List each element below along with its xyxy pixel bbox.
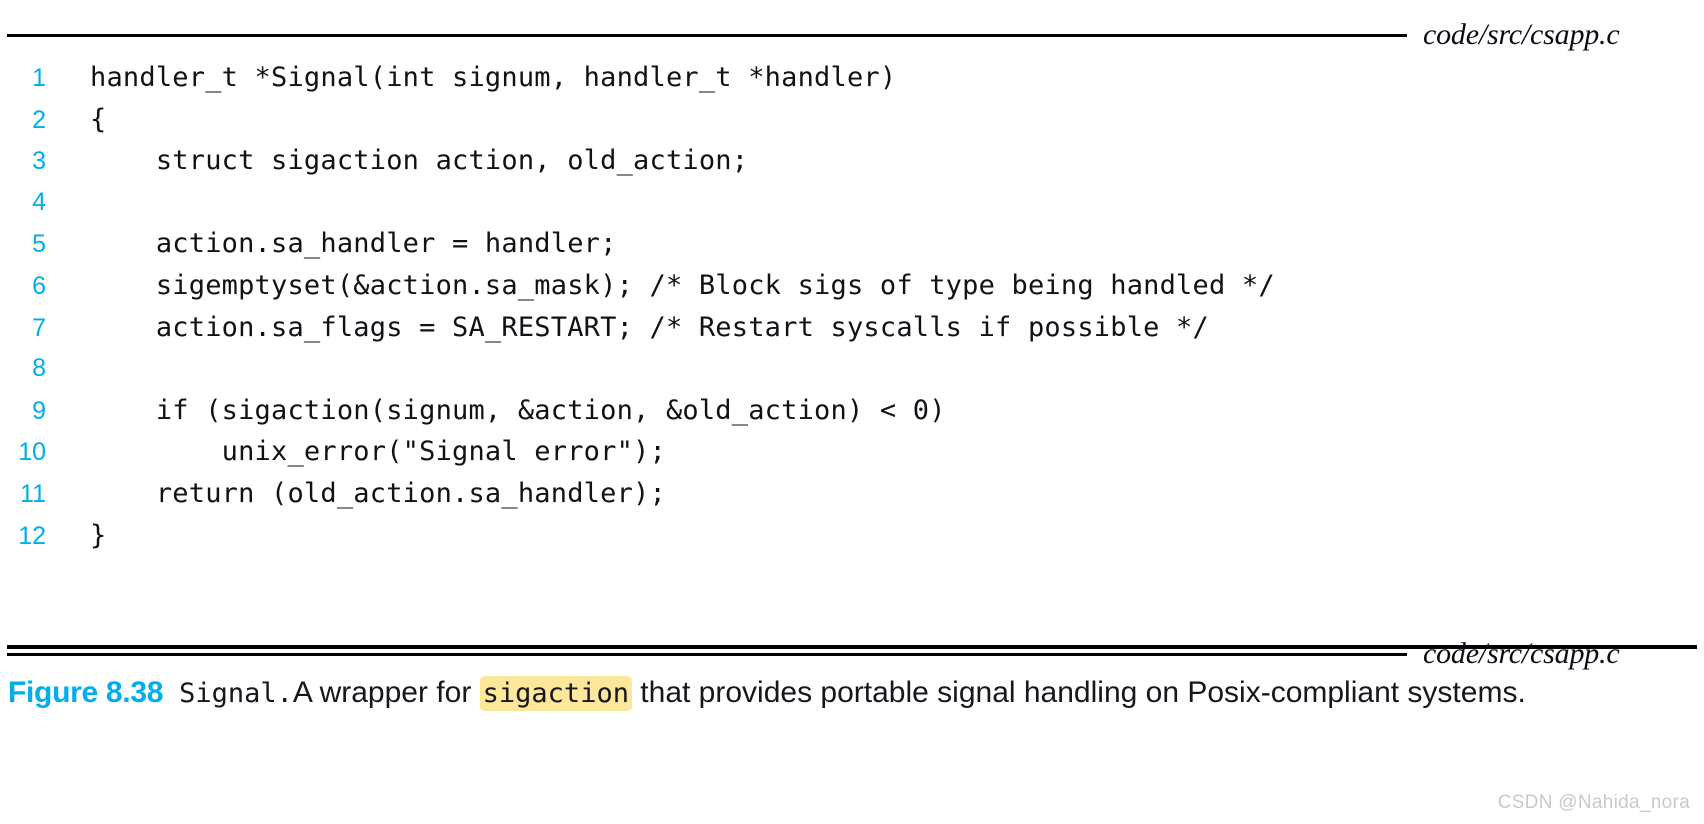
top-file-rule: code/src/csapp.c: [0, 18, 1704, 52]
top-horizontal-rule: [7, 33, 1407, 37]
code-line: 1 handler_t *Signal(int signum, handler_t…: [0, 57, 1704, 99]
code-line: 8: [0, 348, 1704, 390]
caption-function-name: Signal.: [179, 678, 293, 709]
line-code-text: struct sigaction action, old_action;: [90, 145, 749, 177]
bottom-file-path-label: code/src/csapp.c: [1423, 637, 1620, 670]
code-line: 2{: [0, 99, 1704, 141]
code-line: 6 sigemptyset(&action.sa_mask); /* Block…: [0, 265, 1704, 307]
line-number: 6: [32, 271, 46, 300]
line-number: 7: [32, 313, 46, 342]
line-number: 2: [32, 105, 46, 134]
code-line: 7 action.sa_flags = SA_RESTART; /* Resta…: [0, 307, 1704, 349]
figure-number-label: Figure 8.38: [8, 676, 164, 709]
line-code-text: handler_t *Signal(int signum, handler_t …: [90, 62, 897, 93]
line-code-text: sigemptyset(&action.sa_mask); /* Block s…: [90, 269, 1275, 301]
line-code-text: unix_error("Signal error");: [90, 436, 666, 468]
line-number: 4: [32, 187, 46, 216]
line-number: 8: [32, 354, 46, 383]
line-number: 5: [32, 230, 46, 259]
code-line: 11 return (old_action.sa_handler);: [0, 473, 1704, 515]
line-code-text: {: [90, 103, 107, 135]
line-code-text: }: [90, 519, 107, 551]
code-line: 10 unix_error("Signal error");: [0, 431, 1704, 473]
bottom-file-rule: code/src/csapp.c: [0, 637, 1704, 671]
line-code-text: action.sa_handler = handler;: [90, 228, 617, 260]
line-number: 10: [18, 438, 46, 467]
line-number: 12: [18, 521, 46, 550]
line-code-text: if (sigaction(signum, &action, &old_acti…: [90, 394, 946, 426]
line-number: 3: [32, 147, 46, 176]
line-number: 11: [20, 479, 46, 508]
code-line: 3 struct sigaction action, old_action;: [0, 140, 1704, 182]
code-line: 9 if (sigaction(signum, &action, &old_ac…: [0, 390, 1704, 432]
line-number: 1: [32, 64, 46, 92]
csdn-watermark: CSDN @Nahida_nora: [1497, 792, 1690, 813]
bottom-horizontal-rule: [7, 652, 1407, 656]
caption-highlighted-code: sigaction: [479, 676, 632, 711]
code-listing: 1 handler_t *Signal(int signum, handler_t…: [0, 57, 1704, 556]
code-line: 4: [0, 182, 1704, 224]
line-code-text: return (old_action.sa_handler);: [90, 477, 666, 509]
top-file-path-label: code/src/csapp.c: [1423, 18, 1620, 51]
figure-caption: Figure 8.38 Signal.A wrapper for sigactio…: [8, 672, 1688, 714]
code-line: 5 action.sa_handler = handler;: [0, 223, 1704, 265]
code-line: 12}: [0, 515, 1704, 557]
line-code-text: action.sa_flags = SA_RESTART; /* Restart…: [90, 311, 1209, 343]
caption-text-after-code: that provides portable signal handling o…: [631, 676, 1526, 709]
line-number: 9: [32, 396, 46, 425]
caption-text-before-code: A wrapper for: [292, 676, 480, 709]
